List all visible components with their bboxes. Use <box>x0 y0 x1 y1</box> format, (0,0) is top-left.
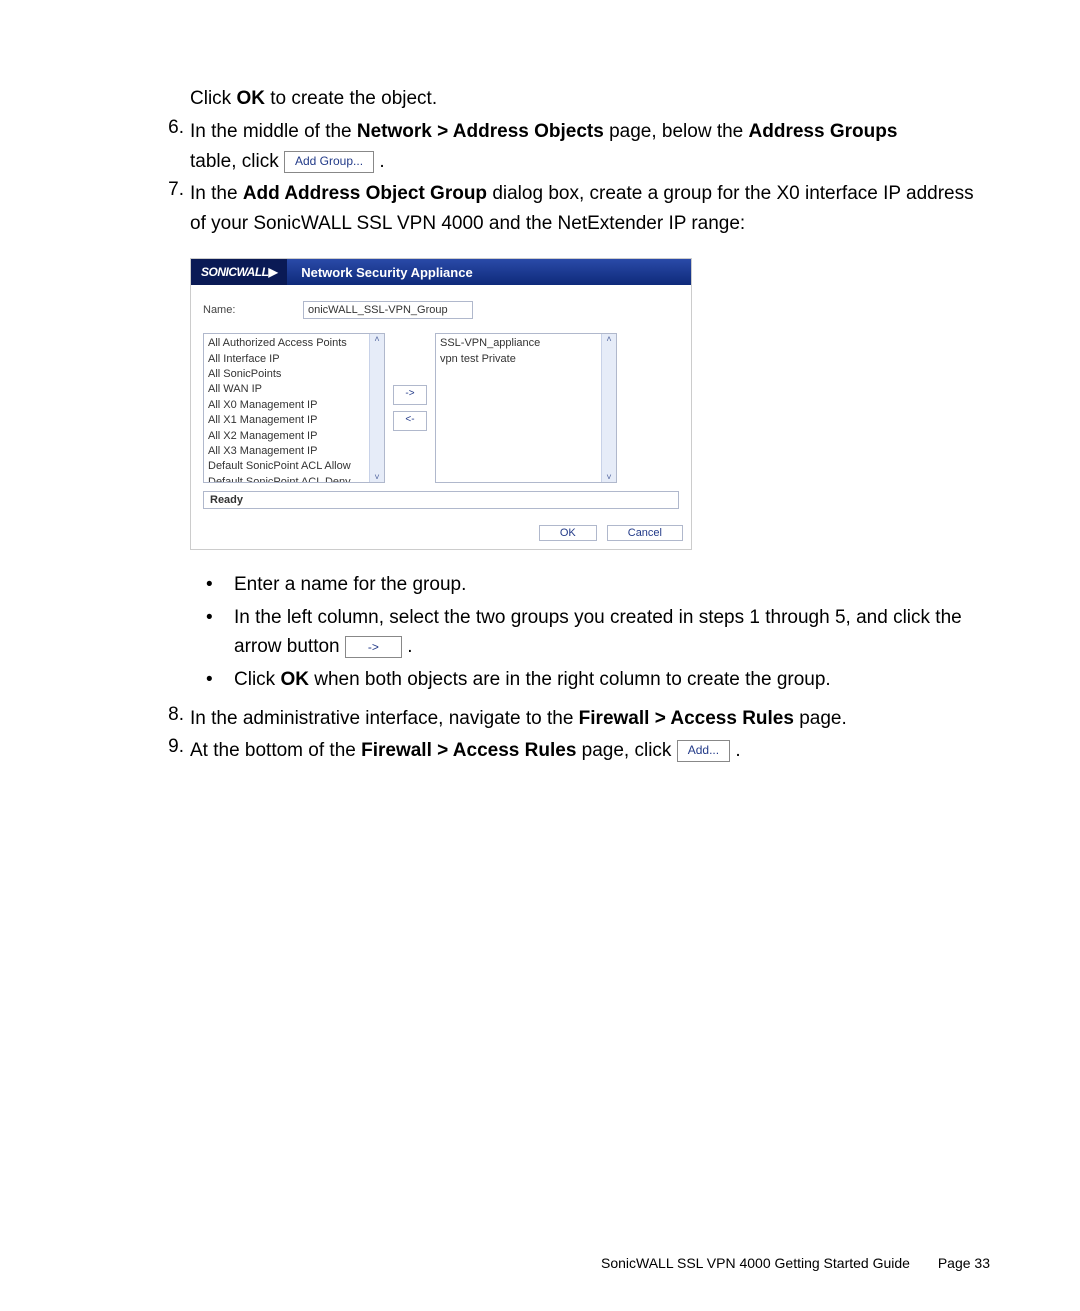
step-list-cont: 8. In the administrative interface, navi… <box>150 704 990 766</box>
footer-title: SonicWALL SSL VPN 4000 Getting Started G… <box>601 1255 910 1271</box>
selected-items: SSL-VPN_appliance vpn test Private <box>436 334 616 369</box>
dialog-title: Network Security Appliance <box>301 265 472 280</box>
text: In the left column, select the two group… <box>234 603 990 662</box>
status-bar: Ready <box>203 491 679 509</box>
document-page: Click OK to create the object. 6. In the… <box>0 0 1080 1311</box>
dual-list: All Authorized Access Points All Interfa… <box>203 333 679 483</box>
list-item[interactable]: Default SonicPoint ACL Deny <box>208 475 380 483</box>
scroll-down-icon[interactable]: ˅ <box>606 472 611 482</box>
footer-page: Page 33 <box>938 1255 990 1271</box>
list-item[interactable]: Default SonicPoint ACL Allow <box>208 459 380 474</box>
step-6: 6. In the middle of the Network > Addres… <box>150 117 990 176</box>
step-8: 8. In the administrative interface, navi… <box>150 704 990 733</box>
text: . <box>379 151 384 172</box>
dialog-header: SONICWALL▶ Network Security Appliance <box>191 259 691 285</box>
list-item[interactable]: All X0 Management IP <box>208 398 380 413</box>
scroll-up-icon[interactable]: ˄ <box>374 334 379 344</box>
text: Enter a name for the group. <box>234 570 990 599</box>
step-9: 9. At the bottom of the Firewall > Acces… <box>150 736 990 765</box>
name-label: Name: <box>203 304 303 316</box>
logo-arrow-icon: ▶ <box>269 265 278 279</box>
text: to create the object. <box>265 88 437 109</box>
intro-text: Click OK to create the object. <box>190 84 990 113</box>
dialog-footer: OK Cancel <box>191 515 691 549</box>
text-bold: OK <box>280 669 309 690</box>
move-right-button[interactable]: -> <box>393 385 427 405</box>
step-7: 7. In the Add Address Object Group dialo… <box>150 179 990 238</box>
text: In the <box>190 183 243 204</box>
text: In the left column, select the two group… <box>234 607 962 657</box>
selected-listbox[interactable]: SSL-VPN_appliance vpn test Private ˄ ˅ <box>435 333 617 483</box>
name-row: Name: <box>203 301 679 319</box>
bullet-marker: • <box>202 665 234 694</box>
step-body: In the administrative interface, navigat… <box>190 704 990 733</box>
list-item[interactable]: SSL-VPN_appliance <box>440 336 612 351</box>
text: At the bottom of the <box>190 740 361 761</box>
text: page, click <box>576 740 676 761</box>
step-number: 6. <box>150 117 190 176</box>
step-number: 9. <box>150 736 190 765</box>
group-name-input[interactable] <box>303 301 473 319</box>
text-bold: Firewall > Access Rules <box>361 740 576 761</box>
text: Click OK when both objects are in the ri… <box>234 665 990 694</box>
list-item[interactable]: All Authorized Access Points <box>208 336 380 351</box>
bullet-marker: • <box>202 570 234 599</box>
step-number: 8. <box>150 704 190 733</box>
bullet-marker: • <box>202 603 234 662</box>
bullet: • In the left column, select the two gro… <box>202 603 990 662</box>
text: Click <box>190 88 236 109</box>
list-item[interactable]: All X1 Management IP <box>208 413 380 428</box>
text-bold: Address Groups <box>749 121 898 142</box>
list-item[interactable]: All X3 Management IP <box>208 444 380 459</box>
list-item[interactable]: All X2 Management IP <box>208 429 380 444</box>
text-bold: Firewall > Access Rules <box>579 708 794 729</box>
step-body: At the bottom of the Firewall > Access R… <box>190 736 990 765</box>
move-left-button[interactable]: <- <box>393 411 427 431</box>
scroll-down-icon[interactable]: ˅ <box>374 472 379 482</box>
arrow-button[interactable]: -> <box>345 636 402 659</box>
step-number: 7. <box>150 179 190 238</box>
add-group-button[interactable]: Add Group... <box>284 151 374 173</box>
list-item[interactable]: vpn test Private <box>440 352 612 367</box>
cancel-button[interactable]: Cancel <box>607 525 683 541</box>
step-body: In the Add Address Object Group dialog b… <box>190 179 990 238</box>
dialog-body: Name: All Authorized Access Points All I… <box>191 285 691 515</box>
text: In the middle of the <box>190 121 357 142</box>
list-item[interactable]: All Interface IP <box>208 352 380 367</box>
text-bold: Add Address Object Group <box>243 183 487 204</box>
text-bold: Network > Address Objects <box>357 121 604 142</box>
list-item[interactable]: All SonicPoints <box>208 367 380 382</box>
step-body: In the middle of the Network > Address O… <box>190 117 990 176</box>
text: page. <box>794 708 847 729</box>
sub-bullets: • Enter a name for the group. • In the l… <box>202 570 990 694</box>
bullet: • Enter a name for the group. <box>202 570 990 599</box>
bullet: • Click OK when both objects are in the … <box>202 665 990 694</box>
text: table, click <box>190 151 284 172</box>
available-listbox[interactable]: All Authorized Access Points All Interfa… <box>203 333 385 483</box>
step-list: 6. In the middle of the Network > Addres… <box>150 117 990 238</box>
scrollbar[interactable]: ˄ ˅ <box>601 334 616 482</box>
add-group-dialog: SONICWALL▶ Network Security Appliance Na… <box>190 258 692 550</box>
text: when both objects are in the right colum… <box>309 669 831 690</box>
list-item[interactable]: All WAN IP <box>208 382 380 397</box>
text: In the administrative interface, navigat… <box>190 708 579 729</box>
logo-text: SONICWALL <box>201 265 269 279</box>
available-items: All Authorized Access Points All Interfa… <box>204 334 384 483</box>
text: . <box>407 636 412 657</box>
text: Click <box>234 669 280 690</box>
scroll-up-icon[interactable]: ˄ <box>606 334 611 344</box>
ok-button[interactable]: OK <box>539 525 597 541</box>
text: . <box>735 740 740 761</box>
sonicwall-logo: SONICWALL▶ <box>191 259 287 285</box>
text: page, below the <box>604 121 749 142</box>
scrollbar[interactable]: ˄ ˅ <box>369 334 384 482</box>
text-bold: OK <box>236 88 265 109</box>
page-footer: SonicWALL SSL VPN 4000 Getting Started G… <box>601 1255 990 1271</box>
add-button[interactable]: Add... <box>677 740 730 762</box>
transfer-buttons: -> <- <box>393 333 427 483</box>
